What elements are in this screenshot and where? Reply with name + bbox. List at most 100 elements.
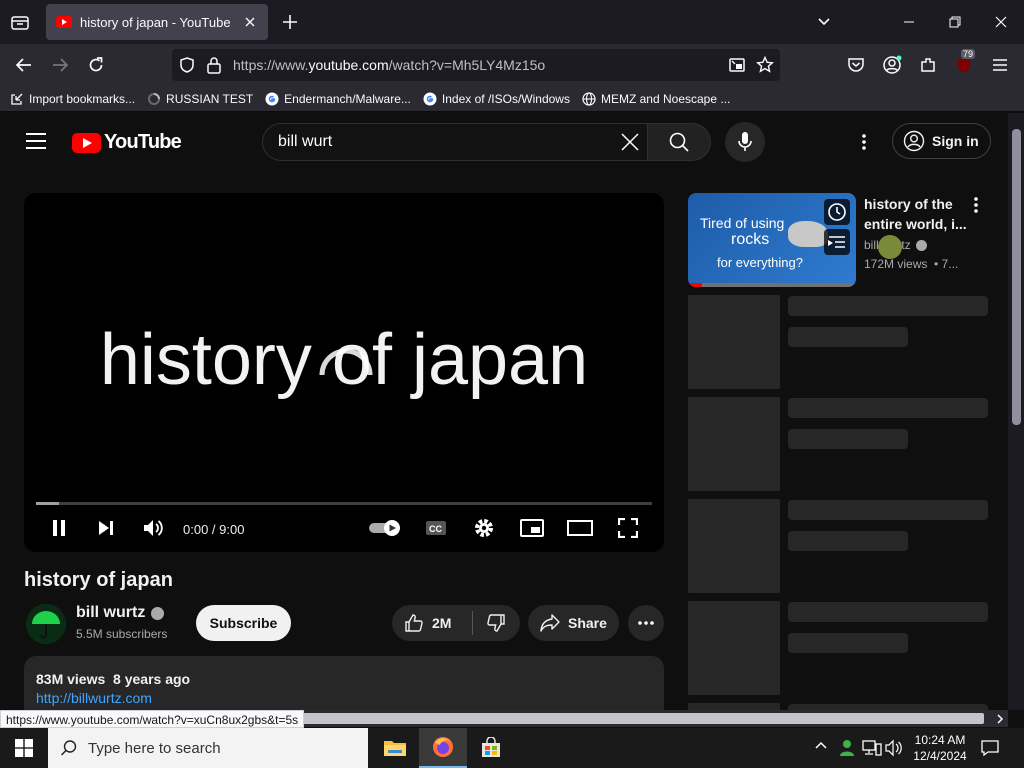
hover-avatar-overlay [878, 235, 902, 259]
recommendation-more-icon[interactable] [966, 195, 986, 215]
back-arrow-icon[interactable] [11, 52, 37, 78]
notification-center-icon[interactable] [980, 738, 1000, 758]
import-icon [11, 93, 23, 105]
account-icon[interactable] [879, 52, 905, 78]
channel-name[interactable]: bill wurtz [76, 604, 165, 622]
bookmark-label: MEMZ and Noescape ... [600, 91, 731, 106]
lock-icon[interactable] [206, 56, 222, 74]
search-button[interactable] [647, 123, 711, 161]
clear-search-icon[interactable] [618, 130, 642, 154]
skeleton-line [788, 296, 988, 316]
scrollbar-thumb[interactable] [1012, 129, 1021, 425]
pause-icon[interactable] [46, 515, 72, 541]
bookmark-item[interactable]: MEMZ and Noescape ... [582, 92, 730, 106]
like-button[interactable]: 2M [392, 605, 472, 641]
skeleton-thumbnail [688, 703, 780, 710]
verified-check-icon [915, 239, 927, 251]
next-video-icon[interactable] [93, 515, 119, 541]
settings-more-icon[interactable] [852, 130, 876, 154]
skeleton-line [788, 500, 988, 520]
url-prefix: https://www. [233, 57, 309, 73]
search-icon [669, 132, 689, 152]
firefox-icon[interactable] [419, 728, 467, 768]
guide-menu-icon[interactable] [26, 133, 46, 149]
voice-search-button[interactable] [725, 122, 765, 162]
video-player[interactable]: history of japan 0:00 / 9:00 CC [24, 193, 664, 552]
skeleton-thumbnail [688, 397, 780, 491]
dislike-button[interactable] [473, 605, 519, 641]
channel-avatar[interactable] [26, 604, 66, 644]
new-tab-plus-icon[interactable] [280, 12, 300, 32]
bookmark-star-icon[interactable] [756, 56, 774, 74]
microsoft-store-icon[interactable] [467, 728, 515, 768]
show-hidden-icons-chevron-up-icon[interactable] [814, 740, 828, 750]
sign-in-button[interactable]: Sign in [892, 123, 991, 159]
youtube-logo[interactable]: YouTube [72, 131, 182, 154]
browser-tab[interactable]: history of japan - YouTube [46, 4, 268, 40]
watched-progress-bar [688, 283, 856, 287]
reload-icon[interactable] [83, 52, 109, 78]
bookmark-label: Endermanch/Malware... [284, 91, 411, 106]
extension-badge: 79 [961, 49, 976, 59]
fullscreen-icon[interactable] [615, 515, 641, 541]
clock-time: 10:24 AM [914, 733, 966, 747]
thumbs-up-icon [405, 614, 423, 632]
autoplay-toggle[interactable] [368, 515, 404, 541]
volume-icon[interactable] [885, 739, 903, 757]
add-to-queue-icon[interactable] [824, 229, 850, 255]
skeleton-line [788, 398, 988, 418]
description-link[interactable]: http://billwurtz.com [36, 690, 152, 706]
video-progress-bar[interactable] [36, 502, 652, 505]
browser-tab-bar: history of japan - YouTube [0, 0, 1024, 44]
bookmark-item[interactable]: Import bookmarks... [10, 92, 135, 106]
restore-icon[interactable] [932, 0, 978, 44]
start-button[interactable] [0, 728, 48, 768]
taskbar-search-box[interactable]: Type here to search [48, 728, 368, 768]
taskbar-clock[interactable]: 10:24 AM 12/4/2024 [908, 732, 972, 764]
recommendation-title[interactable]: history of the entire world, i... [864, 194, 968, 234]
forward-arrow-icon[interactable] [47, 52, 73, 78]
bookmark-item[interactable]: RUSSIAN TEST [147, 92, 253, 106]
close-tab-icon[interactable] [242, 14, 258, 30]
tab-list-icon[interactable] [6, 8, 34, 36]
search-icon [60, 740, 77, 756]
windows-logo-icon [15, 739, 33, 757]
picture-in-picture-icon[interactable] [728, 56, 746, 74]
network-icon[interactable] [862, 739, 882, 757]
menu-hamburger-icon[interactable] [987, 52, 1013, 78]
skeleton-thumbnail [688, 295, 780, 389]
account-circle-icon [903, 130, 925, 152]
recommendation-meta: 172M views • 7... [864, 257, 959, 271]
search-input-value[interactable]: bill wurt [278, 133, 332, 151]
bookmark-item[interactable]: Endermanch/Malware... [265, 92, 411, 106]
chevron-right-icon[interactable] [996, 714, 1004, 724]
more-horizontal-icon [638, 621, 654, 625]
file-explorer-icon[interactable] [371, 728, 419, 768]
skeleton-line [788, 327, 908, 347]
bookmark-label: Import bookmarks... [29, 91, 136, 106]
chevron-down-icon[interactable] [816, 14, 832, 30]
more-actions-button[interactable] [628, 605, 664, 641]
tracking-protection-shield-icon[interactable] [178, 56, 196, 74]
user-tray-icon[interactable] [838, 738, 856, 758]
clock-date: 12/4/2024 [913, 749, 967, 763]
minimize-icon[interactable] [886, 0, 932, 44]
url-text[interactable]: https://www.youtube.com/watch?v=Mh5LY4Mz… [233, 57, 545, 73]
bookmark-item[interactable]: Index of /ISOs/Windows [423, 92, 570, 106]
miniplayer-icon[interactable] [519, 515, 545, 541]
theater-mode-icon[interactable] [567, 515, 593, 541]
closed-captions-icon[interactable]: CC [423, 515, 449, 541]
share-button[interactable]: Share [528, 605, 619, 641]
extensions-puzzle-icon[interactable] [915, 52, 941, 78]
volume-icon[interactable] [140, 515, 166, 541]
ublock-extension-icon[interactable]: 79 [951, 49, 977, 78]
watch-later-clock-icon[interactable] [824, 199, 850, 225]
share-label: Share [568, 615, 607, 631]
close-window-icon[interactable] [978, 0, 1024, 44]
settings-gear-icon[interactable] [471, 515, 497, 541]
subscribe-button[interactable]: Subscribe [196, 605, 291, 641]
pocket-icon[interactable] [843, 52, 869, 78]
vertical-scrollbar[interactable] [1008, 113, 1024, 710]
svg-text:CC: CC [429, 524, 442, 534]
loading-icon [148, 92, 161, 105]
